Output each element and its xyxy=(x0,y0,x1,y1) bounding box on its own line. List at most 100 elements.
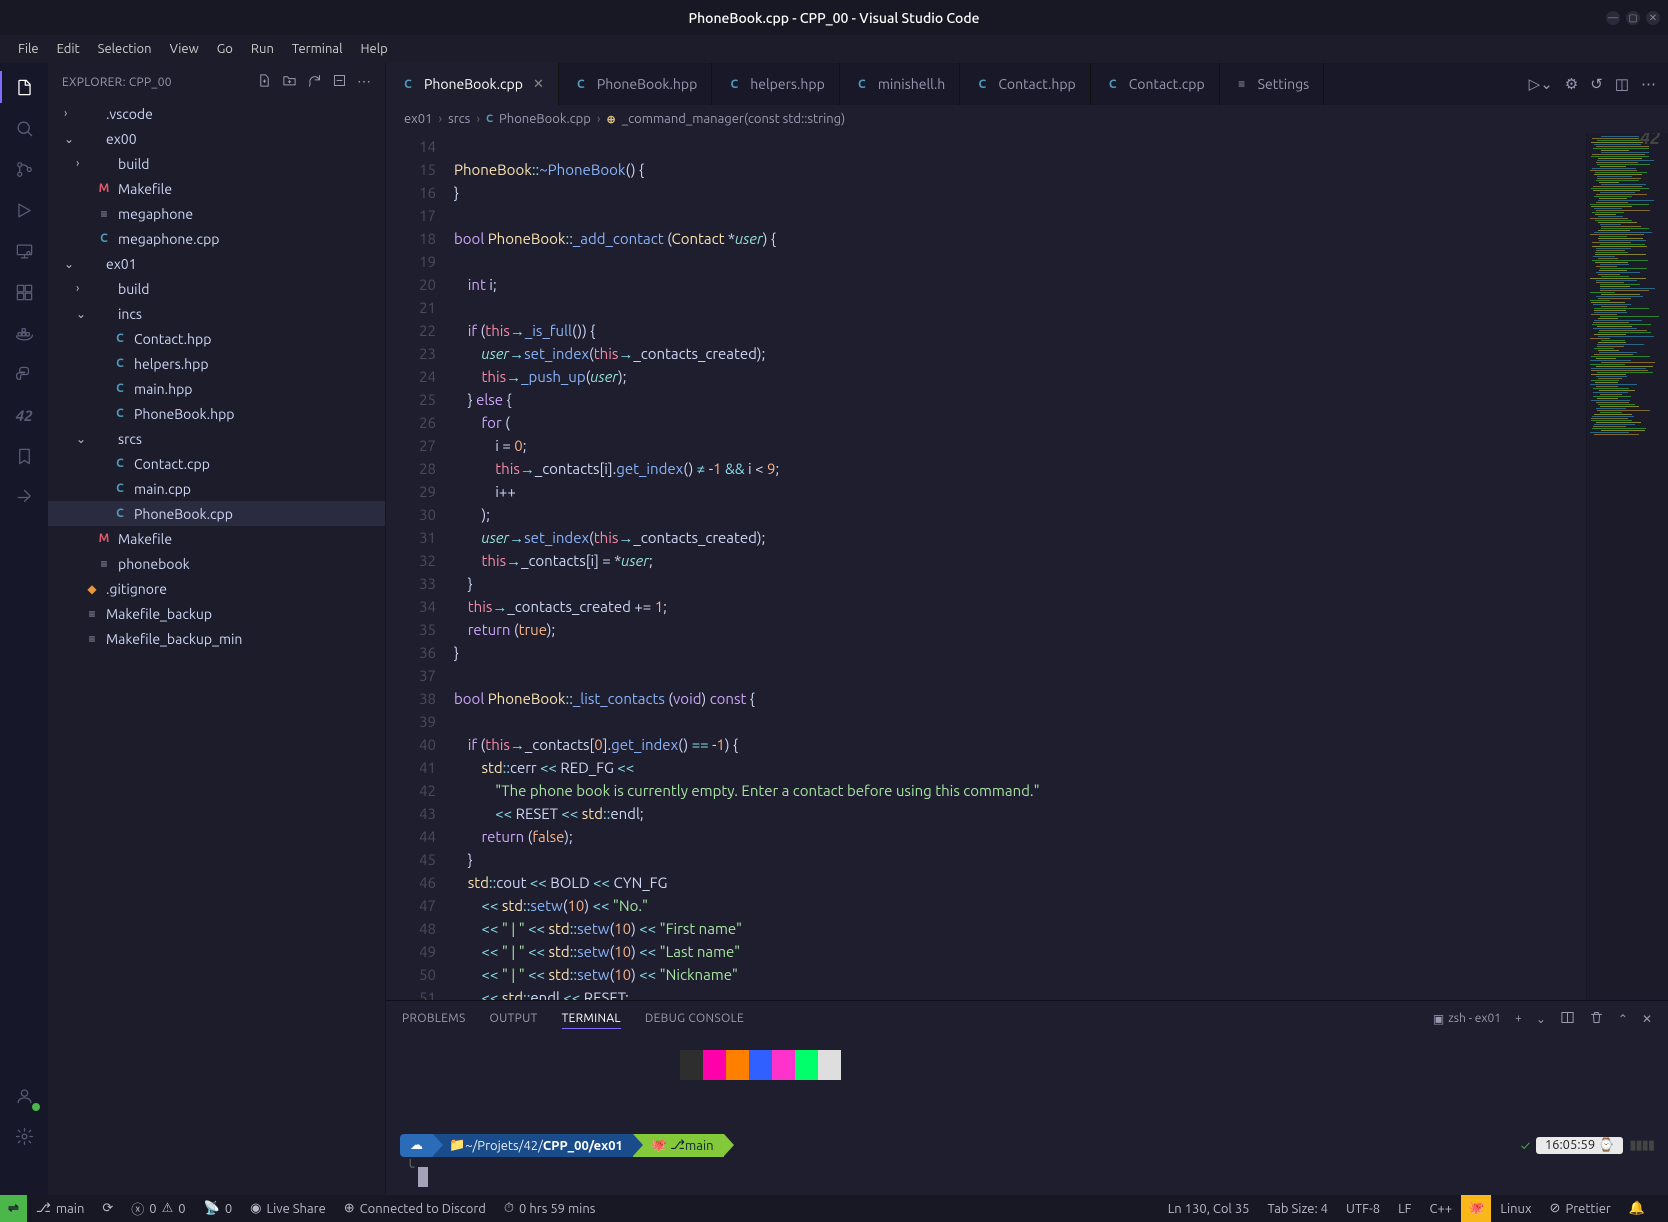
extensions-icon[interactable] xyxy=(10,278,38,306)
tree-item[interactable]: ⌄ex01 xyxy=(48,251,385,276)
new-terminal-icon[interactable]: + xyxy=(1515,1012,1522,1025)
more-icon[interactable]: ⋯ xyxy=(357,73,371,91)
minimap[interactable]: 42 xyxy=(1586,133,1668,1000)
chevron-up-icon[interactable]: ⌃ xyxy=(1618,1012,1628,1026)
split-editor-icon[interactable]: ◫ xyxy=(1615,75,1629,93)
new-file-icon[interactable] xyxy=(257,73,272,91)
menu-selection[interactable]: Selection xyxy=(90,39,160,59)
bc-seg[interactable]: _command_manager(const std::string) xyxy=(622,112,845,126)
close-button[interactable]: ✕ xyxy=(1646,11,1660,25)
tree-item[interactable]: MMakefile xyxy=(48,176,385,201)
history-icon[interactable]: ↺ xyxy=(1590,75,1603,93)
problems-indicator[interactable]: ⓧ0⚠0 xyxy=(122,1195,194,1222)
accounts-icon[interactable] xyxy=(10,1081,38,1109)
menu-edit[interactable]: Edit xyxy=(49,39,88,59)
tree-item[interactable]: ›build xyxy=(48,151,385,176)
encoding[interactable]: UTF-8 xyxy=(1337,1195,1389,1222)
branch-indicator[interactable]: ⎇main xyxy=(27,1195,93,1222)
menu-view[interactable]: View xyxy=(162,39,207,59)
tree-item[interactable]: ›build xyxy=(48,276,385,301)
editor-tab[interactable]: ≡Settings xyxy=(1220,63,1325,105)
remote-indicator[interactable]: ⇌ xyxy=(0,1195,27,1222)
os-indicator[interactable]: Linux xyxy=(1491,1195,1540,1222)
panel-output[interactable]: OUTPUT xyxy=(490,1012,538,1025)
panel-terminal[interactable]: TERMINAL xyxy=(562,1012,621,1029)
tree-item[interactable]: ⌄ex00 xyxy=(48,126,385,151)
copilot-indicator[interactable]: 🐙 xyxy=(1461,1195,1491,1222)
breadcrumb[interactable]: ex01› srcs› CPhoneBook.cpp› ⊕_command_ma… xyxy=(386,105,1668,133)
new-folder-icon[interactable] xyxy=(282,73,297,91)
menu-terminal[interactable]: Terminal xyxy=(284,39,351,59)
gear-icon[interactable]: ⚙ xyxy=(1565,75,1578,93)
notifications-icon[interactable]: 🔔 xyxy=(1620,1195,1654,1222)
refresh-icon[interactable] xyxy=(307,73,322,91)
remote-explorer-icon[interactable] xyxy=(10,237,38,265)
menu-run[interactable]: Run xyxy=(243,39,282,59)
more-icon[interactable]: ⋯ xyxy=(1641,75,1656,93)
panel-problems[interactable]: PROBLEMS xyxy=(402,1012,466,1025)
bc-seg[interactable]: srcs xyxy=(448,112,470,126)
editor-tab[interactable]: CContact.cpp xyxy=(1091,63,1220,105)
editor-tab[interactable]: CContact.hpp xyxy=(960,63,1090,105)
timer-indicator[interactable]: ⏱0 hrs 59 mins xyxy=(495,1195,605,1222)
menu-help[interactable]: Help xyxy=(352,39,395,59)
debug-icon[interactable] xyxy=(10,196,38,224)
minimize-button[interactable]: — xyxy=(1606,11,1620,25)
collapse-icon[interactable] xyxy=(332,73,347,91)
tree-item[interactable]: Cmain.cpp xyxy=(48,476,385,501)
liveshare-icon[interactable] xyxy=(10,483,38,511)
explorer-icon[interactable] xyxy=(10,73,38,101)
tree-item[interactable]: CContact.hpp xyxy=(48,326,385,351)
bc-seg[interactable]: ex01 xyxy=(404,112,432,126)
terminal-prompt[interactable]: ☁ 📁 ~/Projets/42/CPP_00/ex01 🐙 ⎇ main ✓ … xyxy=(400,1134,1654,1157)
forty-two-icon[interactable]: 42 xyxy=(10,401,38,429)
bc-seg[interactable]: PhoneBook.cpp xyxy=(499,112,591,126)
code-editor[interactable]: 1415161718192021222324252627282930313233… xyxy=(386,133,1668,1000)
tree-item[interactable]: ⌄incs xyxy=(48,301,385,326)
tree-item[interactable]: Cmain.hpp xyxy=(48,376,385,401)
cursor-position[interactable]: Ln 130, Col 35 xyxy=(1159,1195,1259,1222)
chevron-down-icon[interactable]: ⌄ xyxy=(1536,1012,1546,1026)
tree-item[interactable]: CPhoneBook.hpp xyxy=(48,401,385,426)
editor-tab[interactable]: CPhoneBook.cpp✕ xyxy=(386,63,559,105)
tree-item[interactable]: ≡phonebook xyxy=(48,551,385,576)
trash-icon[interactable] xyxy=(1589,1010,1604,1028)
tree-item[interactable]: ≡megaphone xyxy=(48,201,385,226)
tree-item[interactable]: CPhoneBook.cpp xyxy=(48,501,385,526)
file-tree[interactable]: ›.vscode⌄ex00›buildMMakefile≡megaphoneCm… xyxy=(48,101,385,1195)
tree-item[interactable]: MMakefile xyxy=(48,526,385,551)
settings-icon[interactable] xyxy=(10,1122,38,1150)
tab-size[interactable]: Tab Size: 4 xyxy=(1258,1195,1337,1222)
menu-file[interactable]: File xyxy=(10,39,47,59)
liveshare-indicator[interactable]: ◉Live Share xyxy=(241,1195,335,1222)
tree-item[interactable]: Chelpers.hpp xyxy=(48,351,385,376)
bookmark-icon[interactable] xyxy=(10,442,38,470)
prettier-indicator[interactable]: ⊘Prettier xyxy=(1541,1195,1620,1222)
tree-item[interactable]: CContact.cpp xyxy=(48,451,385,476)
eol[interactable]: LF xyxy=(1389,1195,1420,1222)
tree-item[interactable]: ›.vscode xyxy=(48,101,385,126)
ports-indicator[interactable]: 📡0 xyxy=(195,1195,242,1222)
maximize-button[interactable]: ▢ xyxy=(1626,11,1640,25)
editor-tab[interactable]: CPhoneBook.hpp xyxy=(559,63,712,105)
menu-go[interactable]: Go xyxy=(209,39,241,59)
language-mode[interactable]: C++ xyxy=(1421,1195,1462,1222)
split-icon[interactable] xyxy=(1560,1010,1575,1028)
python-icon[interactable] xyxy=(10,360,38,388)
tree-item[interactable]: ⌄srcs xyxy=(48,426,385,451)
tree-item[interactable]: ≡Makefile_backup_min xyxy=(48,626,385,651)
docker-icon[interactable] xyxy=(10,319,38,347)
sync-button[interactable]: ⟳ xyxy=(93,1195,122,1222)
scm-icon[interactable] xyxy=(10,155,38,183)
run-icon[interactable]: ▷⌄ xyxy=(1529,75,1553,93)
close-panel-icon[interactable]: ✕ xyxy=(1642,1012,1652,1026)
editor-tab[interactable]: Cminishell.h xyxy=(840,63,961,105)
discord-indicator[interactable]: ⊕Connected to Discord xyxy=(335,1195,495,1222)
panel-debug[interactable]: DEBUG CONSOLE xyxy=(645,1012,744,1025)
terminal-picker[interactable]: ▣ zsh - ex01 xyxy=(1433,1012,1501,1026)
tree-item[interactable]: ◆.gitignore xyxy=(48,576,385,601)
editor-tab[interactable]: Chelpers.hpp xyxy=(712,63,840,105)
tree-item[interactable]: ≡Makefile_backup xyxy=(48,601,385,626)
tree-item[interactable]: Cmegaphone.cpp xyxy=(48,226,385,251)
search-icon[interactable] xyxy=(10,114,38,142)
